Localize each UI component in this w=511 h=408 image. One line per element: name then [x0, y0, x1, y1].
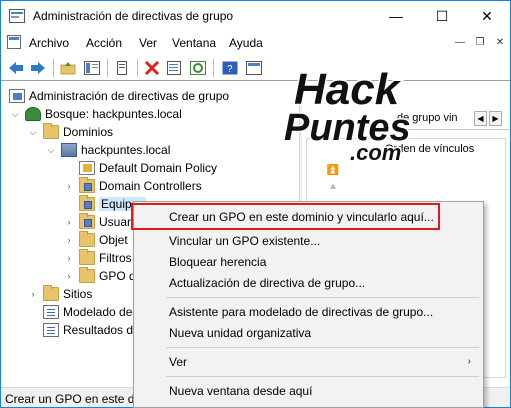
- tree-item-domain[interactable]: ⌵ hackpuntes.local: [46, 141, 170, 159]
- gpmc-icon: [9, 89, 25, 103]
- menu-ver[interactable]: Ver: [139, 36, 157, 50]
- ou-icon: [79, 213, 95, 229]
- tree-item-domain-controllers[interactable]: › Domain Controllers: [64, 177, 202, 195]
- tree-item-modeling[interactable]: Modelado de: [43, 303, 132, 321]
- folder-icon: [79, 267, 95, 283]
- mdi-close-button[interactable]: ✕: [493, 36, 507, 50]
- tree-item-root[interactable]: Administración de directivas de grupo: [9, 87, 229, 105]
- mdi-restore-button[interactable]: ❐: [473, 36, 487, 50]
- ou-icon: [79, 177, 95, 193]
- expand-arrow-icon[interactable]: ›: [64, 217, 74, 227]
- domain-icon: [61, 143, 77, 157]
- tree-item-gpo-starter[interactable]: › GPO d: [64, 267, 136, 285]
- show-hide-tree-icon[interactable]: [83, 59, 101, 77]
- maximize-button[interactable]: ☐: [419, 1, 465, 31]
- forest-icon: [25, 107, 41, 121]
- tree-item-domains[interactable]: ⌵ Dominios: [28, 123, 113, 141]
- menu-separator: [166, 376, 479, 377]
- annotation-highlight-box: [131, 203, 440, 230]
- expand-arrow-icon[interactable]: ›: [28, 289, 38, 299]
- tree-item-results[interactable]: Resultados d: [43, 321, 133, 339]
- folder-icon: [79, 231, 95, 247]
- menu-item-view[interactable]: Ver ›: [136, 351, 481, 372]
- copy-icon[interactable]: [113, 59, 131, 77]
- properties-icon[interactable]: [165, 59, 183, 77]
- menu-ayuda[interactable]: Ayuda: [229, 36, 263, 50]
- minimize-button[interactable]: —: [373, 1, 419, 31]
- context-menu: Crear un GPO en este dominio y vincularl…: [133, 201, 484, 408]
- expand-arrow-icon[interactable]: ›: [64, 235, 74, 245]
- close-button[interactable]: ✕: [464, 1, 510, 31]
- title-bar[interactable]: Administración de directivas de grupo — …: [1, 1, 510, 31]
- menu-ventana[interactable]: Ventana: [172, 36, 216, 50]
- menu-separator: [166, 347, 479, 348]
- back-icon[interactable]: [7, 59, 25, 77]
- refresh-icon[interactable]: [189, 59, 207, 77]
- menu-item-new-window[interactable]: Nueva ventana desde aquí: [136, 380, 481, 401]
- collapse-arrow-icon[interactable]: ⌵: [46, 145, 56, 155]
- tree-item-default-domain-policy[interactable]: Default Domain Policy: [79, 159, 217, 177]
- modeling-icon: [43, 305, 59, 319]
- menu-item-modeling-wizard[interactable]: Asistente para modelado de directivas de…: [136, 301, 481, 322]
- expand-arrow-icon[interactable]: ›: [64, 181, 74, 191]
- menu-separator: [166, 297, 479, 298]
- tree-item-forest[interactable]: ⌵ Bosque: hackpuntes.local: [10, 105, 182, 123]
- hackpuntes-logo: Hack Puntes .com: [283, 64, 413, 167]
- ou-icon: [79, 195, 95, 211]
- collapse-arrow-icon[interactable]: ⌵: [10, 109, 20, 119]
- forward-icon[interactable]: [29, 59, 47, 77]
- menu-item-link-existing-gpo[interactable]: Vincular un GPO existente...: [136, 230, 481, 251]
- up-folder-icon[interactable]: [59, 59, 77, 77]
- expand-arrow-icon[interactable]: ›: [64, 271, 74, 281]
- folder-icon: [79, 249, 95, 265]
- console-icon[interactable]: [7, 35, 21, 49]
- menu-item-gp-update[interactable]: Actualización de directiva de grupo...: [136, 272, 481, 293]
- menu-item-block-inheritance[interactable]: Bloquear herencia: [136, 251, 481, 272]
- delete-icon[interactable]: [143, 59, 161, 77]
- tree-item-usuarios[interactable]: › Usuar: [64, 213, 131, 231]
- expand-arrow-icon[interactable]: ›: [64, 253, 74, 263]
- submenu-arrow-icon: ›: [467, 356, 471, 367]
- gpmc-app-icon: [9, 9, 25, 23]
- menu-bar: Archivo Acción Ver Ventana Ayuda — ❐ ✕: [1, 32, 510, 54]
- tree-item-filtros[interactable]: › Filtros: [64, 249, 132, 267]
- window-title: Administración de directivas de grupo: [33, 9, 234, 23]
- tree-item-sites[interactable]: › Sitios: [28, 285, 92, 303]
- folder-icon: [43, 285, 59, 301]
- menu-accion[interactable]: Acción: [86, 36, 122, 50]
- mdi-minimize-button[interactable]: —: [453, 36, 467, 50]
- tab-scroll-right-icon[interactable]: ▶: [489, 111, 502, 126]
- help-icon[interactable]: ?: [221, 59, 239, 77]
- status-text: Crear un GPO en este do: [5, 392, 142, 406]
- collapse-arrow-icon[interactable]: ⌵: [28, 127, 38, 137]
- folder-icon: [43, 123, 59, 139]
- menu-item-view-label: Ver: [169, 354, 188, 369]
- logo-line-3: .com: [350, 140, 401, 165]
- move-up-icon[interactable]: ▲: [325, 181, 341, 193]
- console-view-icon[interactable]: [245, 59, 263, 77]
- gpo-link-icon: [79, 161, 95, 175]
- results-icon: [43, 323, 59, 337]
- menu-item-new-ou[interactable]: Nueva unidad organizativa: [136, 322, 481, 343]
- svg-text:?: ?: [227, 64, 233, 75]
- tree-item-objetos[interactable]: › Objet: [64, 231, 128, 249]
- menu-archivo[interactable]: Archivo: [29, 36, 69, 50]
